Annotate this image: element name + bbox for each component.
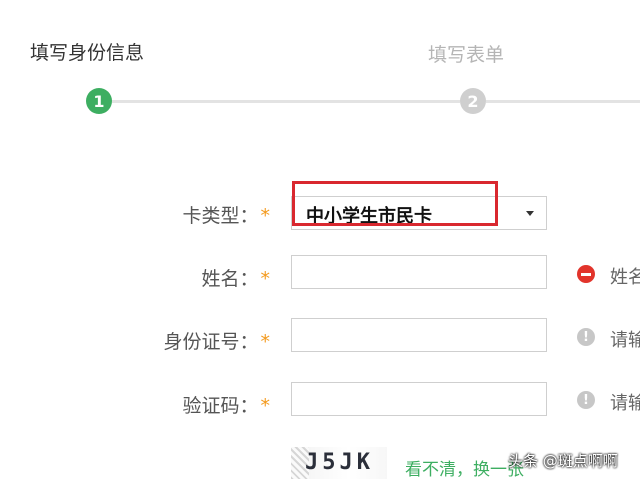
step-progress-line [112, 100, 460, 103]
captcha-label: 验证码： * [0, 391, 270, 418]
name-label: 姓名： * [0, 264, 270, 291]
required-mark: * [260, 268, 271, 290]
required-mark: * [260, 205, 271, 227]
name-error-hint: 姓名 [610, 267, 640, 288]
required-mark: * [260, 395, 271, 417]
id-number-label-text: 身份证号： [163, 331, 259, 353]
id-number-label: 身份证号： * [0, 327, 270, 354]
id-number-field[interactable] [291, 318, 547, 352]
step-1-indicator: 1 [86, 88, 112, 114]
info-icon: ! [577, 391, 595, 409]
required-mark: * [260, 331, 271, 353]
name-field[interactable] [291, 255, 547, 289]
step-2-title: 填写表单 [428, 44, 505, 66]
error-icon [577, 265, 595, 283]
step-2-indicator: 2 [460, 88, 486, 114]
step-2-number: 2 [467, 91, 479, 111]
name-input[interactable] [292, 256, 546, 288]
captcha-field[interactable] [291, 382, 547, 416]
card-type-label: 卡类型： * [0, 201, 270, 228]
captcha-refresh-link[interactable]: 看不清，换一张 [405, 455, 524, 480]
step-1-title: 填写身份信息 [30, 42, 145, 64]
captcha-hint: 请输 [610, 393, 640, 414]
watermark: 头条 @斑点啊啊 [508, 452, 618, 470]
captcha-input[interactable] [292, 383, 546, 415]
captcha-image-text: J5JK [305, 450, 374, 475]
name-label-text: 姓名： [201, 268, 259, 290]
captcha-image[interactable]: J5JK [291, 447, 387, 479]
annotation-highlight-box [292, 181, 498, 226]
step-progress-line-after [486, 100, 640, 103]
captcha-label-text: 验证码： [182, 395, 259, 417]
info-icon: ! [577, 328, 595, 346]
id-number-input[interactable] [292, 319, 546, 351]
step-1-number: 1 [93, 91, 105, 111]
card-type-label-text: 卡类型： [182, 205, 259, 227]
id-number-hint: 请输 [610, 330, 640, 351]
chevron-down-icon[interactable] [526, 211, 534, 216]
